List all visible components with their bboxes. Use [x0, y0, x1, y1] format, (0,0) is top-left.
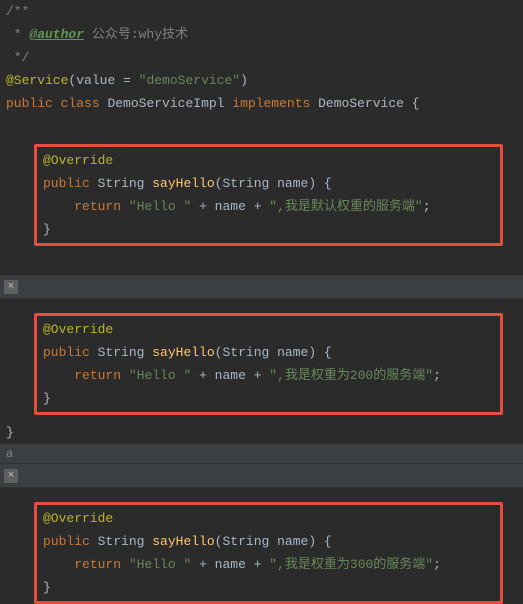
highlight-box-3: @Override public String sayHello(String …: [34, 502, 503, 604]
return-str1: "Hello ": [129, 557, 191, 572]
code-area-3[interactable]: @Override public String sayHello(String …: [0, 488, 523, 604]
author-text: 公众号:why技术: [84, 27, 188, 42]
tab-strip-2: ×: [0, 464, 523, 488]
close-icon: ×: [8, 281, 15, 293]
kw-public: public: [6, 96, 53, 111]
override-annotation: @Override: [43, 322, 113, 337]
return-str1: "Hello ": [129, 199, 191, 214]
editor-pane-2: @Override public String sayHello(String …: [0, 299, 523, 444]
anno-attr: value: [76, 73, 115, 88]
tab-close-button[interactable]: ×: [4, 469, 18, 483]
editor-pane-3: @Override public String sayHello(String …: [0, 488, 523, 604]
doc-comment-mid: *: [6, 27, 29, 42]
tab-close-button[interactable]: ×: [4, 280, 18, 294]
service-annotation: @Service: [6, 73, 68, 88]
author-tag: @author: [29, 27, 84, 42]
return-str2: ",我是默认权重的服务端": [269, 199, 422, 214]
override-annotation: @Override: [43, 511, 113, 526]
return-str2: ",我是权重为200的服务端": [269, 368, 433, 383]
override-annotation: @Override: [43, 153, 113, 168]
breadcrumb-label[interactable]: a: [0, 444, 523, 464]
method-name: sayHello: [152, 176, 214, 191]
method-name: sayHello: [152, 345, 214, 360]
close-icon: ×: [8, 470, 15, 482]
doc-comment-open: /**: [6, 4, 29, 19]
editor-pane-1: /** * @author 公众号:why技术 */ @Service(valu…: [0, 0, 523, 275]
anno-value: "demoService": [139, 73, 240, 88]
class-name: DemoServiceImpl: [107, 96, 224, 111]
return-str1: "Hello ": [129, 368, 191, 383]
method-name: sayHello: [152, 534, 214, 549]
code-area-2[interactable]: @Override public String sayHello(String …: [0, 299, 523, 444]
doc-comment-close: */: [6, 50, 29, 65]
code-area-1[interactable]: /** * @author 公众号:why技术 */ @Service(valu…: [0, 0, 523, 275]
highlight-box-1: @Override public String sayHello(String …: [34, 144, 503, 246]
return-str2: ",我是权重为300的服务端": [269, 557, 433, 572]
tab-strip-1: ×: [0, 275, 523, 299]
class-brace-close: }: [6, 425, 14, 440]
kw-implements: implements: [232, 96, 310, 111]
interface-name: DemoService: [318, 96, 404, 111]
kw-class: class: [61, 96, 100, 111]
highlight-box-2: @Override public String sayHello(String …: [34, 313, 503, 415]
